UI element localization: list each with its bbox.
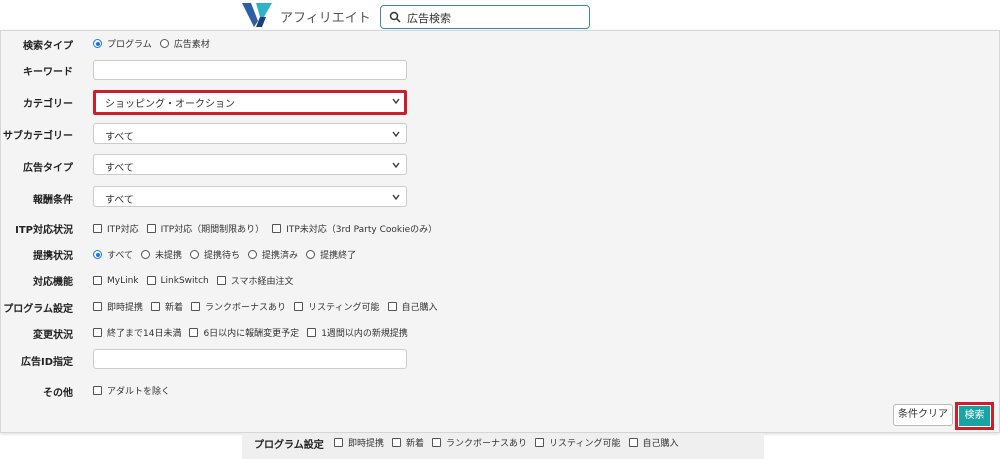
program-listing-checkbox[interactable]: リスティング可能	[294, 300, 380, 313]
ad-type-value: すべて	[105, 163, 134, 174]
itp-unsupported-checkbox[interactable]: ITP未対応（3rd Party Cookieのみ）	[272, 222, 437, 235]
exclude-adult-checkbox[interactable]: アダルトを除く	[93, 384, 170, 397]
lower-filter-row: プログラム設定 即時提携 新着 ランクボーナスあり リスティング可能 自己購入	[242, 433, 764, 459]
category-select[interactable]: ショッピング・オークション	[93, 90, 407, 115]
reward-value: すべて	[105, 195, 134, 206]
lower-program-settings-label: プログラム設定	[254, 440, 324, 451]
ad-type-label: 広告タイプ	[23, 163, 73, 174]
keyword-label: キーワード	[23, 67, 73, 78]
affiliation-pending-radio[interactable]: 提携待ち	[190, 248, 240, 261]
change-status-label: 変更状況	[33, 330, 73, 341]
change-14days-checkbox[interactable]: 終了まで14日未満	[93, 326, 181, 339]
itp-limited-checkbox[interactable]: ITP対応（期間制限あり）	[146, 222, 264, 235]
other-label: その他	[43, 388, 73, 399]
affiliation-none-radio[interactable]: 未提携	[141, 248, 182, 261]
subcategory-value: すべて	[105, 132, 134, 143]
affiliation-options: すべて 未提携 提携待ち 提携済み 提携終了	[93, 248, 364, 261]
program-rank-bonus-checkbox[interactable]: ランクボーナスあり	[191, 300, 286, 313]
feature-smartphone-checkbox[interactable]: スマホ経由注文	[216, 274, 293, 287]
change-status-options: 終了まで14日未満 6日以内に報酬変更予定 1週間以内の新規提携	[93, 326, 416, 339]
app-name: アフィリエイト	[280, 11, 371, 26]
chevron-down-icon	[392, 131, 400, 138]
search-placeholder: 広告検索	[407, 12, 451, 25]
feature-linkswitch-checkbox[interactable]: LinkSwitch	[146, 276, 209, 286]
ad-type-select[interactable]: すべて	[93, 154, 407, 175]
search-type-label: 検索タイプ	[23, 41, 73, 52]
ad-id-label: 広告ID指定	[20, 357, 73, 368]
reward-label: 報酬条件	[33, 195, 73, 206]
program-settings-options: 即時提携 新着 ランクボーナスあり リスティング可能 自己購入	[93, 300, 446, 313]
program-new-checkbox[interactable]: 新着	[151, 300, 183, 313]
features-label: 対応機能	[33, 277, 73, 288]
change-reward-checkbox[interactable]: 6日以内に報酬変更予定	[189, 326, 299, 339]
search-button-label: 検索	[959, 406, 990, 426]
subcategory-select[interactable]: すべて	[93, 123, 407, 144]
reward-select[interactable]: すべて	[93, 186, 407, 207]
category-label: カテゴリー	[23, 99, 73, 110]
itp-supported-checkbox[interactable]: ITP対応	[93, 222, 139, 235]
search-type-creative-radio[interactable]: 広告素材	[159, 37, 210, 50]
feature-mylink-checkbox[interactable]: MyLink	[93, 276, 139, 286]
lower-rank-bonus-checkbox[interactable]: ランクボーナスあり	[432, 436, 527, 449]
features-options: MyLink LinkSwitch スマホ経由注文	[93, 274, 301, 287]
itp-options: ITP対応 ITP対応（期間制限あり） ITP未対応（3rd Party Coo…	[93, 222, 445, 235]
lower-new-checkbox[interactable]: 新着	[392, 436, 424, 449]
affiliation-label: 提携状況	[33, 251, 73, 262]
change-new-affiliation-checkbox[interactable]: 1週間以内の新規提携	[307, 326, 408, 339]
chevron-down-icon	[392, 194, 400, 201]
lower-self-purchase-checkbox[interactable]: 自己購入	[628, 436, 679, 449]
search-type-options: プログラム 広告素材	[93, 37, 218, 50]
search-button[interactable]: 検索	[955, 402, 994, 430]
keyword-input[interactable]	[93, 60, 407, 80]
other-options: アダルトを除く	[93, 384, 178, 397]
affiliation-done-radio[interactable]: 提携済み	[248, 248, 298, 261]
chevron-down-icon	[392, 98, 400, 105]
clear-button[interactable]: 条件クリア	[893, 404, 953, 426]
ad-search-input[interactable]: 広告検索	[380, 5, 590, 29]
lower-program-settings-options: 即時提携 新着 ランクボーナスあり リスティング可能 自己購入	[334, 436, 687, 449]
search-type-program-radio[interactable]: プログラム	[93, 37, 152, 50]
lower-listing-checkbox[interactable]: リスティング可能	[535, 436, 621, 449]
chevron-down-icon	[392, 162, 400, 169]
search-icon	[389, 11, 401, 23]
program-self-purchase-checkbox[interactable]: 自己購入	[387, 300, 438, 313]
program-settings-label: プログラム設定	[3, 304, 73, 315]
subcategory-label: サブカテゴリー	[3, 131, 73, 142]
ad-id-input[interactable]	[93, 349, 407, 369]
program-instant-checkbox[interactable]: 即時提携	[93, 300, 143, 313]
itp-label: ITP対応状況	[15, 225, 73, 236]
category-value: ショッピング・オークション	[105, 99, 235, 110]
affiliation-ended-radio[interactable]: 提携終了	[306, 248, 356, 261]
search-panel: 検索タイプ プログラム 広告素材 キーワード カテゴリー ショッピング・オークシ…	[0, 30, 1000, 433]
affiliation-all-radio[interactable]: すべて	[93, 248, 133, 261]
page-header: アフィリエイト 広告検索	[0, 0, 1000, 30]
logo-icon[interactable]	[242, 3, 274, 27]
lower-instant-checkbox[interactable]: 即時提携	[334, 436, 384, 449]
